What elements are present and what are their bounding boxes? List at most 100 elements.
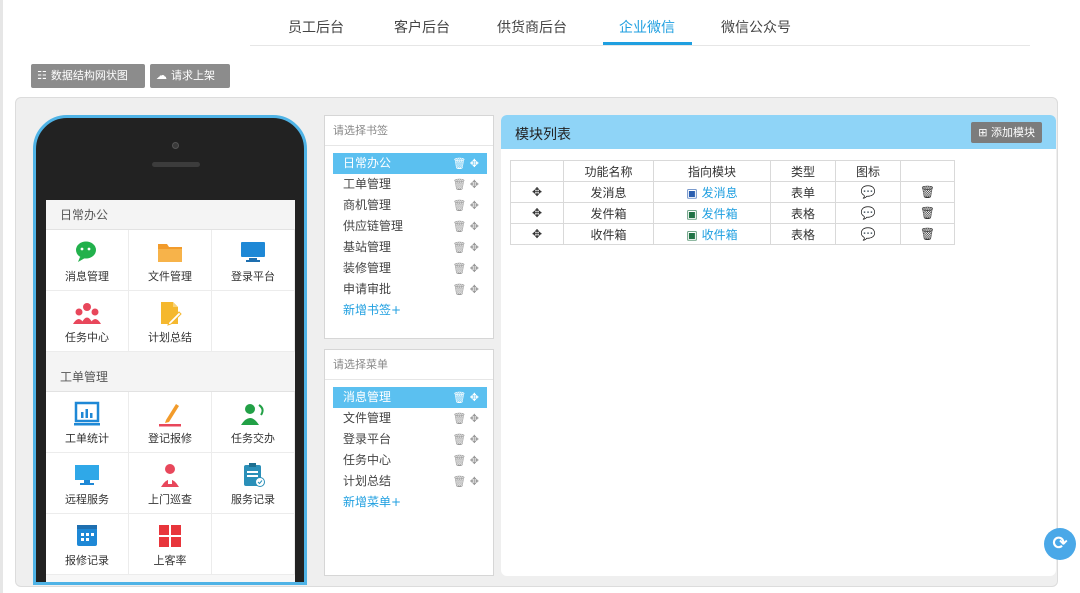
phone-item-messages[interactable]: 消息管理 (46, 230, 129, 291)
phone-item-occupancy-rate[interactable]: 上客率 (129, 514, 212, 575)
menu-label: 文件管理 (343, 411, 392, 425)
phone-item-onsite-inspection[interactable]: 上门巡查 (129, 453, 212, 514)
target-module-label: 收件箱 (701, 227, 738, 242)
trash-icon[interactable]: 🗑 (452, 454, 466, 467)
move-icon[interactable]: ✥ (510, 181, 564, 203)
add-module-icon: ⊞ (978, 126, 988, 139)
add-module-button[interactable]: ⊞ 添加模块 (971, 122, 1042, 143)
trash-icon[interactable]: 🗑 (452, 391, 466, 404)
move-icon[interactable]: ✥ (470, 475, 479, 488)
move-icon[interactable]: ✥ (470, 412, 479, 425)
phone-item-login-platform[interactable]: 登录平台 (212, 230, 295, 291)
trash-icon[interactable]: 🗑 (452, 262, 466, 275)
bookmark-item[interactable]: 工单管理 🗑 ✥ (333, 174, 487, 195)
people-group-icon (73, 303, 101, 324)
tab-enterprise-wechat[interactable]: 企业微信 (619, 17, 675, 37)
trash-icon[interactable]: 🗑 (452, 178, 466, 191)
move-icon[interactable]: ✥ (510, 223, 564, 245)
menu-select[interactable]: 请选择菜单 (325, 350, 493, 380)
phone-item-repair-record[interactable]: 报修记录 (46, 514, 129, 575)
bookmark-item[interactable]: 商机管理 🗑 ✥ (333, 195, 487, 216)
move-icon[interactable]: ✥ (470, 262, 479, 275)
nav-divider (250, 45, 1030, 46)
floating-assistant-icon[interactable]: ⟳ (1044, 528, 1076, 560)
wechat-chat-icon (76, 241, 96, 262)
phone-item-remote-service[interactable]: 远程服务 (46, 453, 129, 514)
excel-sheet-icon: ▣ (686, 206, 698, 221)
menu-item[interactable]: 计划总结 🗑 ✥ (333, 471, 487, 492)
trash-icon[interactable]: 🗑 (452, 433, 466, 446)
table-row[interactable]: ✥ 收件箱 ▣ 收件箱 表格 💬 🗑 (510, 223, 955, 245)
trash-icon[interactable]: 🗑 (452, 475, 466, 488)
phone-item-task-assign[interactable]: 任务交办 (212, 392, 295, 453)
menu-item[interactable]: 消息管理 🗑 ✥ (333, 387, 487, 408)
phone-item-service-record[interactable]: 服务记录 (212, 453, 295, 514)
move-icon[interactable]: ✥ (470, 157, 479, 170)
phone-item-files[interactable]: 文件管理 (129, 230, 212, 291)
table-row[interactable]: ✥ 发消息 ▣ 发消息 表单 💬 🗑 (510, 181, 955, 203)
trash-icon[interactable]: 🗑 (452, 412, 466, 425)
trash-icon[interactable]: 🗑 (452, 199, 466, 212)
module-list-header: 模块列表 ⊞ 添加模块 (501, 115, 1056, 149)
move-icon[interactable]: ✥ (470, 454, 479, 467)
table-header-row: 功能名称 指向模块 类型 图标 (510, 160, 955, 182)
function-name-cell: 发件箱 (563, 202, 654, 224)
tab-customer-backend[interactable]: 客户后台 (394, 17, 450, 37)
move-icon[interactable]: ✥ (470, 178, 479, 191)
move-icon[interactable]: ✥ (470, 433, 479, 446)
bookmark-item[interactable]: 申请审批 🗑 ✥ (333, 279, 487, 300)
move-icon[interactable]: ✥ (470, 220, 479, 233)
move-icon[interactable]: ✥ (470, 391, 479, 404)
add-bookmark-link[interactable]: 新增书签+ (325, 300, 493, 320)
phone-item-task-center[interactable]: 任务中心 (46, 291, 129, 352)
type-cell: 表单 (770, 181, 836, 203)
phone-item-register-repair[interactable]: 登记报修 (129, 392, 212, 453)
add-menu-link[interactable]: 新增菜单+ (325, 492, 493, 512)
menu-label: 登录平台 (343, 432, 392, 446)
request-publish-button[interactable]: ☁ 请求上架 (150, 64, 230, 88)
bookmark-item[interactable]: 装修管理 🗑 ✥ (333, 258, 487, 279)
trash-icon[interactable]: 🗑 (452, 157, 466, 170)
move-icon[interactable]: ✥ (470, 283, 479, 296)
phone-empty-cell (212, 514, 295, 575)
phone-item-plan-summary[interactable]: 计划总结 (129, 291, 212, 352)
trash-icon[interactable]: 🗑 (900, 181, 955, 203)
trash-icon[interactable]: 🗑 (900, 202, 955, 224)
menu-item[interactable]: 登录平台 🗑 ✥ (333, 429, 487, 450)
bookmark-item[interactable]: 供应链管理 🗑 ✥ (333, 216, 487, 237)
target-module-link[interactable]: ▣ 收件箱 (653, 223, 771, 245)
section-gap (46, 352, 295, 362)
module-list-title: 模块列表 (515, 127, 571, 143)
phone-item-workorder-stats[interactable]: 工单统计 (46, 392, 129, 453)
move-icon[interactable]: ✥ (470, 199, 479, 212)
calendar-grid-icon (77, 525, 97, 546)
menu-item[interactable]: 文件管理 🗑 ✥ (333, 408, 487, 429)
menu-label: 消息管理 (343, 390, 392, 404)
menu-item[interactable]: 任务中心 🗑 ✥ (333, 450, 487, 471)
tab-supplier-backend[interactable]: 供货商后台 (497, 17, 567, 37)
module-list-panel: 模块列表 ⊞ 添加模块 功能名称 指向模块 类型 图标 ✥ 发消息 ▣ 发消息 … (501, 115, 1056, 576)
bookmark-label: 装修管理 (343, 261, 392, 275)
tab-wechat-official[interactable]: 微信公众号 (721, 17, 791, 37)
menu-label: 计划总结 (343, 474, 392, 488)
trash-icon[interactable]: 🗑 (452, 241, 466, 254)
left-border (0, 0, 3, 593)
trash-icon[interactable]: 🗑 (452, 220, 466, 233)
bookmark-item[interactable]: 日常办公 🗑 ✥ (333, 153, 487, 174)
bookmark-item[interactable]: 基站管理 🗑 ✥ (333, 237, 487, 258)
camera-icon (172, 142, 179, 149)
phone-item-label: 服务记录 (231, 493, 275, 506)
structure-diagram-button[interactable]: ☷ 数据结构网状图 (31, 64, 145, 88)
trash-icon[interactable]: 🗑 (452, 283, 466, 296)
phone-grid-daily: 消息管理 文件管理 登录平台 任务中心 计划总结 (46, 230, 295, 352)
function-name-cell: 收件箱 (563, 223, 654, 245)
bookmark-select[interactable]: 请选择书签 (325, 116, 493, 146)
target-module-link[interactable]: ▣ 发件箱 (653, 202, 771, 224)
move-icon[interactable]: ✥ (470, 241, 479, 254)
phone-item-label: 上门巡查 (148, 493, 192, 506)
move-icon[interactable]: ✥ (510, 202, 564, 224)
trash-icon[interactable]: 🗑 (900, 223, 955, 245)
table-row[interactable]: ✥ 发件箱 ▣ 发件箱 表格 💬 🗑 (510, 202, 955, 224)
target-module-link[interactable]: ▣ 发消息 (653, 181, 771, 203)
tab-staff-backend[interactable]: 员工后台 (288, 17, 344, 37)
